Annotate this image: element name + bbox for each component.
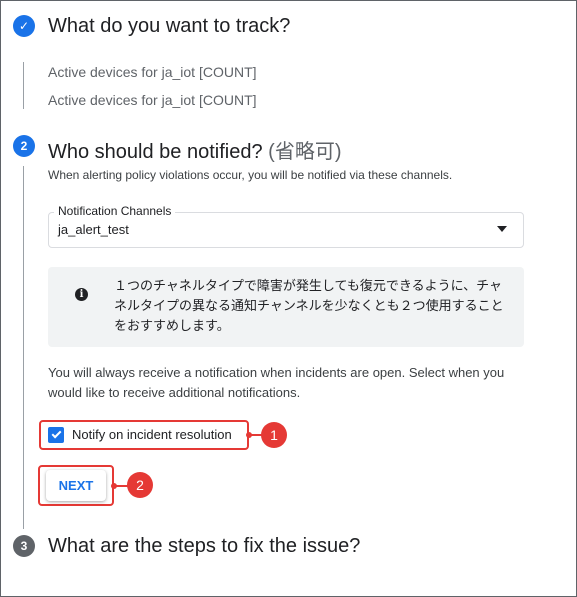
info-icon: i (75, 288, 88, 301)
tracked-metric-2: Active devices for ja_iot [COUNT] (48, 92, 257, 108)
notify-resolution-label[interactable]: Notify on incident resolution (72, 427, 232, 442)
step-1-complete-icon: ✓ (13, 15, 35, 37)
step-3-title[interactable]: What are the steps to fix the issue? (48, 535, 360, 558)
notify-resolution-checkbox[interactable] (48, 427, 64, 443)
step-2-title-text: Who should be notified? (48, 141, 263, 163)
step-2-number-icon: 2 (13, 135, 35, 157)
notification-channels-label: Notification Channels (54, 204, 176, 218)
tracked-metric-1: Active devices for ja_iot [COUNT] (48, 64, 257, 80)
step-2-subtitle: When alerting policy violations occur, y… (48, 168, 453, 182)
dropdown-arrow-icon[interactable] (497, 226, 507, 232)
stepper-line-2 (23, 166, 24, 529)
callout-badge-2: 2 (127, 472, 153, 498)
step-2-optional-label: (省略可) (268, 141, 342, 163)
info-banner-text: １つのチャネルタイプで障害が発生しても復元できるように、チャネルタイプの異なる通… (114, 278, 504, 333)
callout-anchor-2 (111, 483, 117, 489)
stepper-line-1 (23, 62, 24, 109)
step-1-title[interactable]: What do you want to track? (48, 15, 290, 38)
notification-channels-value: ja_alert_test (58, 222, 129, 237)
checkmark-icon (51, 428, 61, 439)
step-2-title[interactable]: Who should be notified? (省略可) (48, 135, 341, 164)
notification-description: You will always receive a notification w… (48, 365, 505, 400)
callout-badge-1: 1 (261, 422, 287, 448)
step-3-number-icon: 3 (13, 535, 35, 557)
callout-anchor-1 (246, 432, 252, 438)
next-button[interactable]: NEXT (46, 470, 106, 501)
